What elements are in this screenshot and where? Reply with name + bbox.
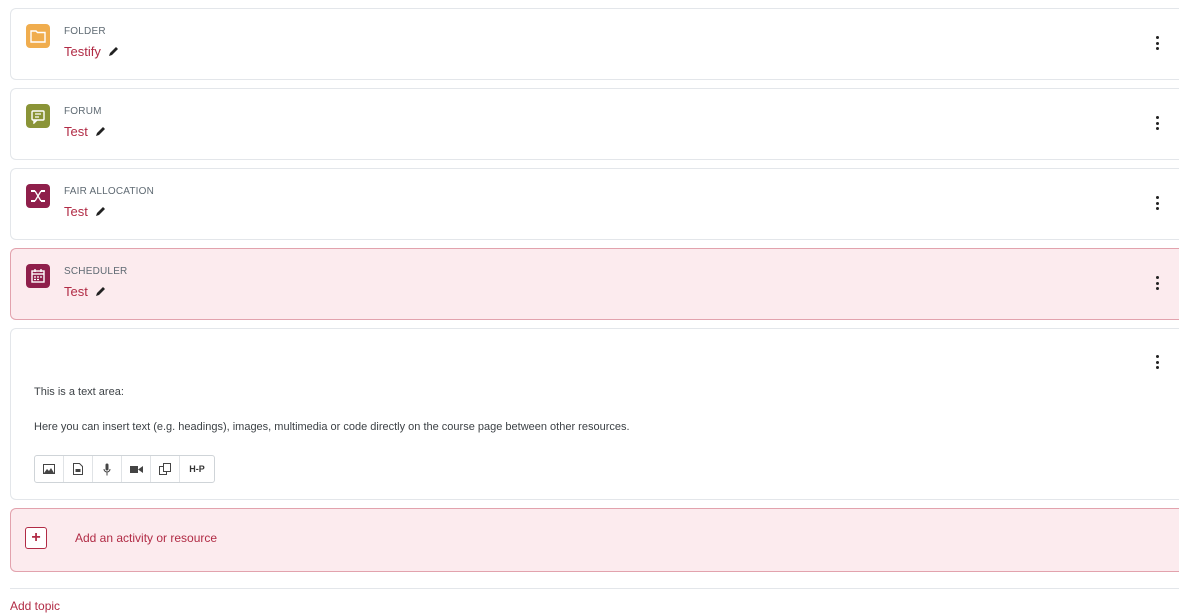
more-actions-icon[interactable] xyxy=(1152,36,1162,50)
activity-name[interactable]: Test xyxy=(64,284,88,299)
text-area-line-1: This is a text area: xyxy=(34,386,124,398)
pencil-icon[interactable] xyxy=(95,286,106,297)
activity-scheduler[interactable]: SCHEDULER Test xyxy=(10,248,1179,320)
forum-icon xyxy=(26,104,50,128)
microphone-icon[interactable] xyxy=(93,456,122,482)
activity-name-link[interactable]: Test xyxy=(64,204,106,219)
fair-allocation-icon xyxy=(26,184,50,208)
activity-name[interactable]: Test xyxy=(64,124,88,139)
activity-type: FOLDER xyxy=(64,26,106,37)
scheduler-icon xyxy=(26,264,50,288)
pencil-icon[interactable] xyxy=(95,126,106,137)
image-icon[interactable] xyxy=(35,456,64,482)
pencil-icon[interactable] xyxy=(95,206,106,217)
add-topic-link[interactable]: Add topic xyxy=(10,599,60,613)
activity-name[interactable]: Testify xyxy=(64,44,101,59)
activity-name-link[interactable]: Test xyxy=(64,124,106,139)
add-activity-button[interactable]: + Add an activity or resource xyxy=(10,508,1179,572)
media-toolbar: H-P xyxy=(34,455,215,483)
video-camera-icon[interactable] xyxy=(122,456,151,482)
more-actions-icon[interactable] xyxy=(1152,276,1162,290)
h5p-icon[interactable]: H-P xyxy=(180,456,214,482)
more-actions-icon[interactable] xyxy=(1152,116,1162,130)
activity-name[interactable]: Test xyxy=(64,204,88,219)
activity-type: SCHEDULER xyxy=(64,266,128,277)
activity-name-link[interactable]: Test xyxy=(64,284,106,299)
copy-icon[interactable] xyxy=(151,456,180,482)
pencil-icon[interactable] xyxy=(108,46,119,57)
text-area-block: This is a text area: Here you can insert… xyxy=(10,328,1179,500)
add-activity-label[interactable]: Add an activity or resource xyxy=(75,531,217,545)
activity-folder[interactable]: FOLDER Testify xyxy=(10,8,1179,80)
h5p-label: H-P xyxy=(189,464,205,474)
text-area-line-2: Here you can insert text (e.g. headings)… xyxy=(34,421,630,433)
activity-type: FAIR ALLOCATION xyxy=(64,186,155,197)
divider xyxy=(10,588,1179,589)
more-actions-icon[interactable] xyxy=(1152,196,1162,210)
activity-name-link[interactable]: Testify xyxy=(64,44,119,59)
activity-forum[interactable]: FORUM Test xyxy=(10,88,1179,160)
file-icon[interactable] xyxy=(64,456,93,482)
activity-fair-allocation[interactable]: FAIR ALLOCATION Test xyxy=(10,168,1179,240)
activity-type: FORUM xyxy=(64,106,102,117)
plus-icon[interactable]: + xyxy=(25,527,47,549)
folder-icon xyxy=(26,24,50,48)
more-actions-icon[interactable] xyxy=(1152,355,1162,369)
